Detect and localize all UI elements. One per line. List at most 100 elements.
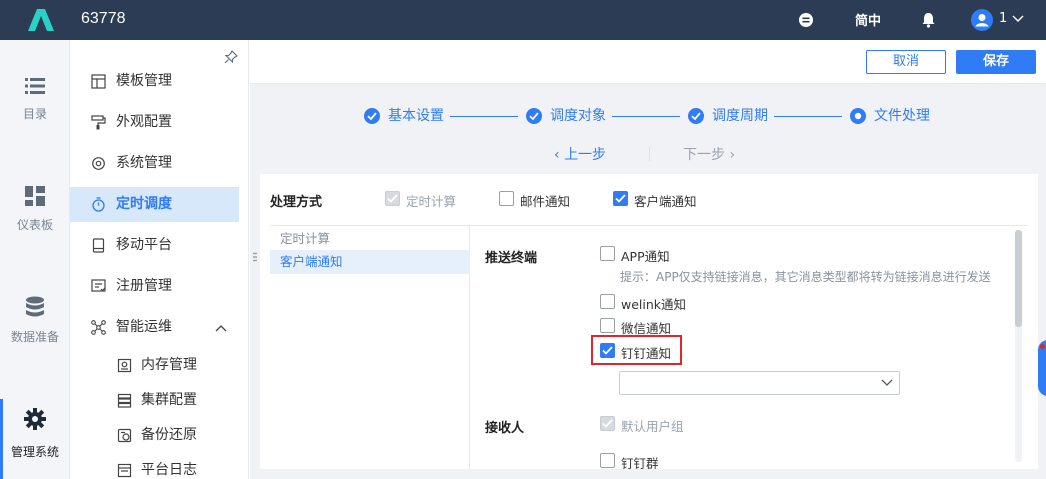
submenu-label-cluster: 集群配置 bbox=[141, 392, 197, 408]
next-step-label: 下一步 bbox=[683, 147, 725, 163]
stop-circle-icon[interactable] bbox=[798, 12, 814, 28]
submenu-label-backup: 备份还原 bbox=[141, 427, 197, 443]
submenu-item-memory[interactable]: 内存管理 bbox=[70, 348, 239, 383]
check-circle-icon bbox=[688, 108, 704, 124]
paint-roller-icon bbox=[91, 115, 106, 130]
submenu-item-backup[interactable]: 备份还原 bbox=[70, 418, 239, 453]
menu-item-appearance[interactable]: 外观配置 bbox=[70, 105, 239, 140]
rail-item-dashboard[interactable]: 仪表板 bbox=[0, 186, 70, 266]
prev-step-button[interactable]: ‹ 上一步 bbox=[554, 144, 606, 164]
processing-mode-label: 处理方式 bbox=[270, 195, 323, 210]
scrollbar-thumb[interactable] bbox=[1015, 230, 1022, 327]
register-icon bbox=[91, 279, 106, 292]
menu-item-ops[interactable]: 智能运维 bbox=[70, 310, 239, 345]
cancel-button[interactable]: 取消 bbox=[866, 50, 946, 74]
cluster-icon bbox=[117, 393, 132, 408]
dingtalk-notify-checkbox[interactable] bbox=[600, 343, 615, 358]
nav-divider bbox=[649, 147, 650, 161]
default-group-label: 默认用户组 bbox=[621, 419, 684, 434]
save-button[interactable]: 保存 bbox=[956, 50, 1036, 74]
main-area: 取消 保存 基本设置 调度对象 调度周期 文件处理 ‹ 上一步 下一步 › 处理… bbox=[250, 40, 1046, 479]
menu-item-schedule[interactable]: 定时调度 bbox=[70, 187, 239, 222]
timer-icon bbox=[92, 197, 105, 212]
user-name[interactable]: 1 bbox=[999, 11, 1007, 26]
gear-icon bbox=[24, 408, 46, 430]
rail-item-management[interactable]: 管理系统 bbox=[0, 399, 70, 479]
submenu-label-memory: 内存管理 bbox=[141, 357, 197, 373]
welink-notify-label: welink通知 bbox=[621, 297, 687, 312]
dingtalk-group-checkbox[interactable] bbox=[600, 453, 615, 468]
submenu-label-log: 平台日志 bbox=[141, 462, 197, 478]
detail-scrollbar[interactable] bbox=[1015, 230, 1022, 462]
menu-label-schedule: 定时调度 bbox=[116, 196, 172, 212]
processing-list: 定时计算 客户端通知 bbox=[270, 226, 470, 469]
menu-label-template: 模板管理 bbox=[116, 73, 172, 89]
app-notify-label: APP通知 bbox=[621, 249, 670, 264]
rail-item-data-prep[interactable]: 数据准备 bbox=[0, 296, 70, 376]
user-avatar-icon[interactable] bbox=[971, 9, 993, 31]
app-hint-text: 提示：APP仅支持链接消息，其它消息类型都将转为链接消息进行发送 bbox=[620, 270, 991, 284]
mobile-icon bbox=[92, 238, 105, 253]
rail-label-management: 管理系统 bbox=[10, 445, 59, 459]
menu-label-ops: 智能运维 bbox=[116, 319, 172, 335]
next-step-button[interactable]: 下一步 › bbox=[683, 144, 735, 164]
scheduled-calc-checkbox[interactable] bbox=[385, 191, 400, 206]
rail-label-catalog: 目录 bbox=[22, 107, 47, 121]
email-notify-checkbox[interactable] bbox=[499, 191, 514, 206]
ops-icon bbox=[91, 320, 106, 335]
chevron-right-icon: › bbox=[729, 147, 736, 163]
email-notify-label: 邮件通知 bbox=[520, 194, 571, 209]
top-header: 63778 简中 1 bbox=[0, 0, 1046, 40]
menu-item-system[interactable]: 系统管理 bbox=[70, 146, 239, 181]
menu-label-register: 注册管理 bbox=[116, 278, 172, 294]
submenu-item-log[interactable]: 平台日志 bbox=[70, 453, 239, 479]
step-label: 调度对象 bbox=[550, 108, 606, 124]
default-group-checkbox[interactable] bbox=[600, 416, 615, 431]
submenu-item-cluster[interactable]: 集群配置 bbox=[70, 383, 239, 418]
logo-icon[interactable] bbox=[28, 9, 54, 31]
menu-item-mobile[interactable]: 移动平台 bbox=[70, 228, 239, 263]
menu-item-template[interactable]: 模板管理 bbox=[70, 64, 239, 99]
scheduled-calc-label: 定时计算 bbox=[406, 194, 457, 209]
menu-item-register[interactable]: 注册管理 bbox=[70, 269, 239, 304]
client-notify-checkbox[interactable] bbox=[613, 191, 628, 206]
step-label: 文件处理 bbox=[874, 108, 930, 124]
list-item[interactable]: 定时计算 bbox=[270, 227, 470, 251]
list-item[interactable]: 客户端通知 bbox=[270, 250, 470, 274]
pin-icon[interactable] bbox=[224, 50, 238, 64]
bell-icon[interactable] bbox=[920, 11, 937, 29]
memory-icon bbox=[117, 358, 132, 373]
dingtalk-notify-label: 钉钉通知 bbox=[621, 346, 672, 361]
push-terminal-label: 推送终端 bbox=[485, 251, 538, 266]
chevron-up-icon[interactable] bbox=[215, 324, 227, 332]
wechat-notify-checkbox[interactable] bbox=[600, 318, 615, 333]
step-connector bbox=[774, 116, 842, 117]
action-bar: 取消 保存 bbox=[250, 40, 1046, 84]
left-rail: 目录 仪表板 数据准备 管理系统 bbox=[0, 40, 70, 479]
dingtalk-app-select[interactable] bbox=[619, 371, 900, 395]
language-switch[interactable]: 简中 bbox=[855, 10, 881, 29]
notification-dot bbox=[1040, 344, 1045, 349]
receiver-label: 接收人 bbox=[485, 421, 525, 436]
chevron-down-icon[interactable] bbox=[1012, 14, 1024, 24]
rail-label-dashboard: 仪表板 bbox=[16, 218, 53, 232]
step-indicator: 基本设置 调度对象 调度周期 文件处理 bbox=[250, 104, 1046, 128]
menu-label-system: 系统管理 bbox=[116, 155, 172, 171]
client-notify-label: 客户端通知 bbox=[634, 194, 697, 209]
rail-item-catalog[interactable]: 目录 bbox=[0, 77, 70, 157]
app-title: 63778 bbox=[81, 10, 126, 27]
step-connector bbox=[612, 116, 680, 117]
backup-icon bbox=[117, 428, 132, 443]
chevron-down-icon bbox=[881, 379, 893, 386]
dashboard-icon bbox=[25, 186, 45, 206]
menu-label-appearance: 外观配置 bbox=[116, 114, 172, 130]
welink-notify-checkbox[interactable] bbox=[600, 294, 615, 309]
check-circle-icon bbox=[526, 108, 542, 124]
client-notify-detail: 推送终端 APP通知 提示：APP仅支持链接消息，其它消息类型都将转为链接消息进… bbox=[471, 226, 1028, 469]
rail-label-data-prep: 数据准备 bbox=[10, 330, 59, 344]
app-notify-checkbox[interactable] bbox=[600, 246, 615, 261]
step-connector bbox=[450, 116, 518, 117]
resize-handle-icon[interactable] bbox=[253, 252, 257, 264]
current-step-icon bbox=[850, 108, 866, 124]
check-circle-icon bbox=[364, 108, 380, 124]
